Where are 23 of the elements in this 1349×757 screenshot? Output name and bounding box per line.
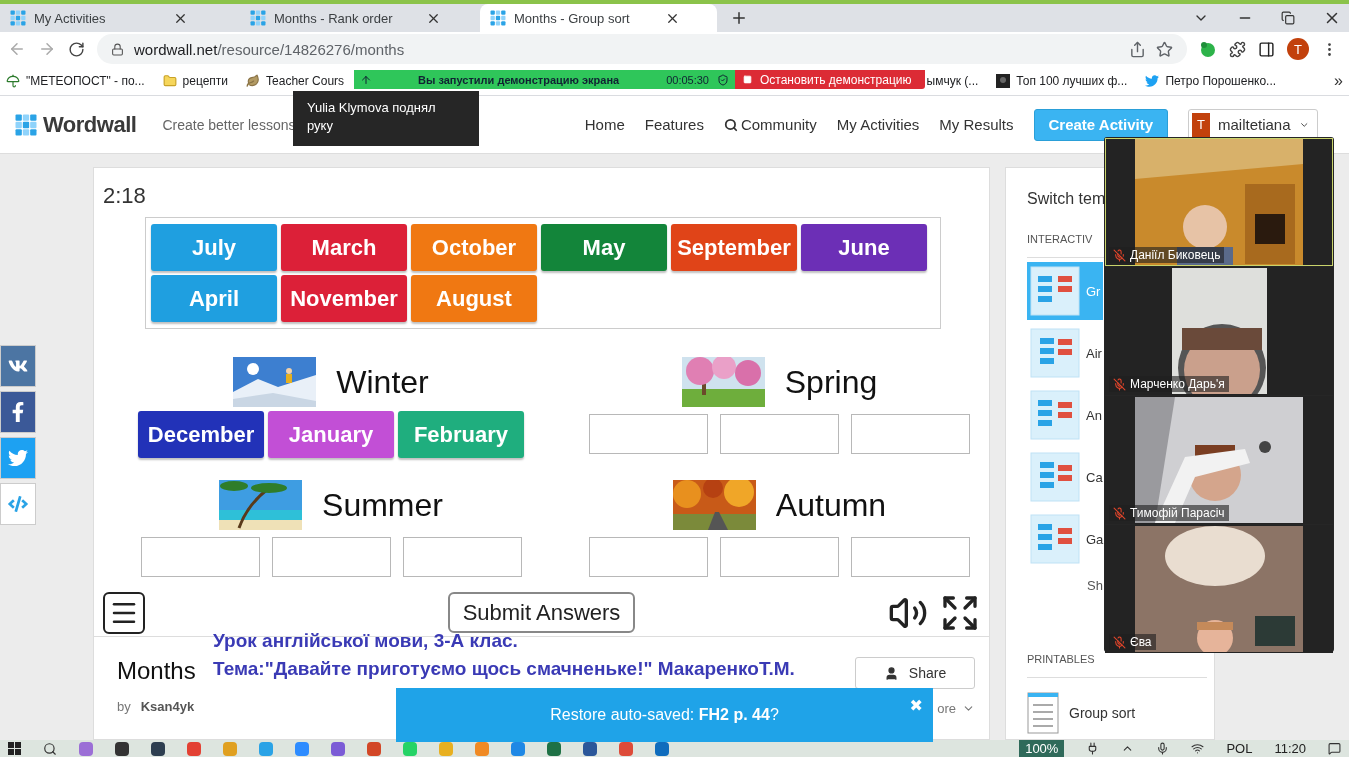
caption-text: Тема:"Давайте приготуємо щось смачненьке!" МакаренкоТ.М. [213,658,795,680]
group-title: Spring [784,363,878,401]
logo-text: Wordwall [43,111,137,138]
toast-message: Restore auto-saved: FH2 p. 44? [550,706,779,724]
zoom-level: 100% [1019,740,1065,757]
share-status: Вы запустили демонстрацию экрана [418,73,620,86]
notification-tooltip: Yulia Klymova поднял руку [293,91,479,146]
group-title: Summer [322,486,443,524]
participant-name: Тимофій Парасіч [1130,506,1225,520]
user-avatar: T [1192,112,1210,137]
timer: 2:18 [102,182,147,210]
share-timer: 00:05:30 [666,73,709,86]
activity-title: Months [117,657,196,685]
caption-text: Урок англійської мови, 3-А клас. [213,630,519,652]
sidebar-title: Switch tem [1027,190,1107,208]
participant-name: Марченко Дарь'я [1130,377,1225,391]
group-title: Autumn [775,486,887,524]
section-heading: INTERACTIV [1027,233,1093,245]
participant-name: Єва [1130,635,1152,649]
clock: 11:20 [1274,741,1306,756]
by-label: by [117,699,131,714]
participant-name: Даніїл Биковець [1130,248,1221,262]
group-title: Winter [336,363,429,401]
